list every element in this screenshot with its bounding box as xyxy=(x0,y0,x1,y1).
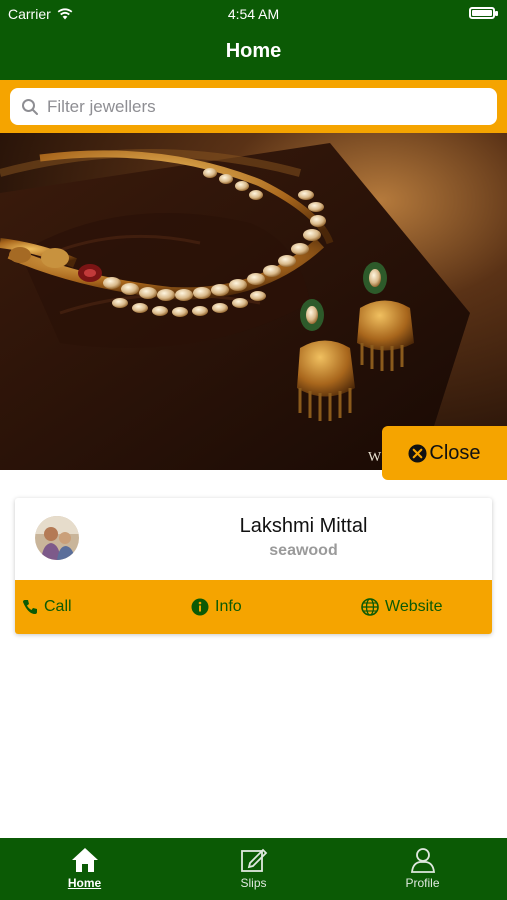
close-circle-icon xyxy=(408,443,427,463)
phone-icon xyxy=(23,600,37,614)
tab-home[interactable]: Home xyxy=(0,838,169,900)
tab-slips-label: Slips xyxy=(240,876,267,890)
jewellery-banner-image: W xyxy=(0,133,507,470)
home-icon xyxy=(71,848,98,872)
jeweller-location: seawood xyxy=(269,542,338,559)
page-title: Home xyxy=(225,40,282,62)
close-button-label: Close xyxy=(429,441,481,464)
close-button[interactable]: Close xyxy=(382,426,507,480)
tab-home-label: Home xyxy=(67,876,102,890)
necklace-photo: W xyxy=(0,133,507,470)
status-bar: Carrier 4:54 AM xyxy=(0,0,507,28)
website-button[interactable]: Website xyxy=(361,580,443,634)
person-icon xyxy=(410,848,435,873)
search-box[interactable] xyxy=(10,88,497,125)
website-label: Website xyxy=(385,598,443,615)
search-icon xyxy=(22,98,38,115)
call-button[interactable]: Call xyxy=(22,580,72,634)
globe-icon xyxy=(361,598,379,616)
navigation-bar: Carrier 4:54 AM Home xyxy=(0,0,507,80)
jeweller-name: Lakshmi Mittal xyxy=(239,515,368,537)
battery-icon xyxy=(469,7,498,19)
search-bar xyxy=(0,80,507,133)
watermark-text: W xyxy=(368,450,382,465)
info-button[interactable]: Info xyxy=(191,580,242,634)
tab-profile[interactable]: Profile xyxy=(338,838,507,900)
status-time: 4:54 AM xyxy=(227,6,280,22)
edit-note-icon xyxy=(240,848,267,872)
avatar xyxy=(35,516,79,560)
call-label: Call xyxy=(44,598,72,615)
tab-bar: Home Slips Profile xyxy=(0,838,507,900)
jeweller-card[interactable]: Lakshmi Mittal seawood Call Info Website xyxy=(15,498,492,634)
info-icon xyxy=(191,598,209,616)
action-bar: Call Info Website xyxy=(15,580,492,634)
info-label: Info xyxy=(215,598,242,615)
tab-slips[interactable]: Slips xyxy=(169,838,338,900)
tab-profile-label: Profile xyxy=(405,876,440,890)
search-input[interactable] xyxy=(47,96,447,117)
